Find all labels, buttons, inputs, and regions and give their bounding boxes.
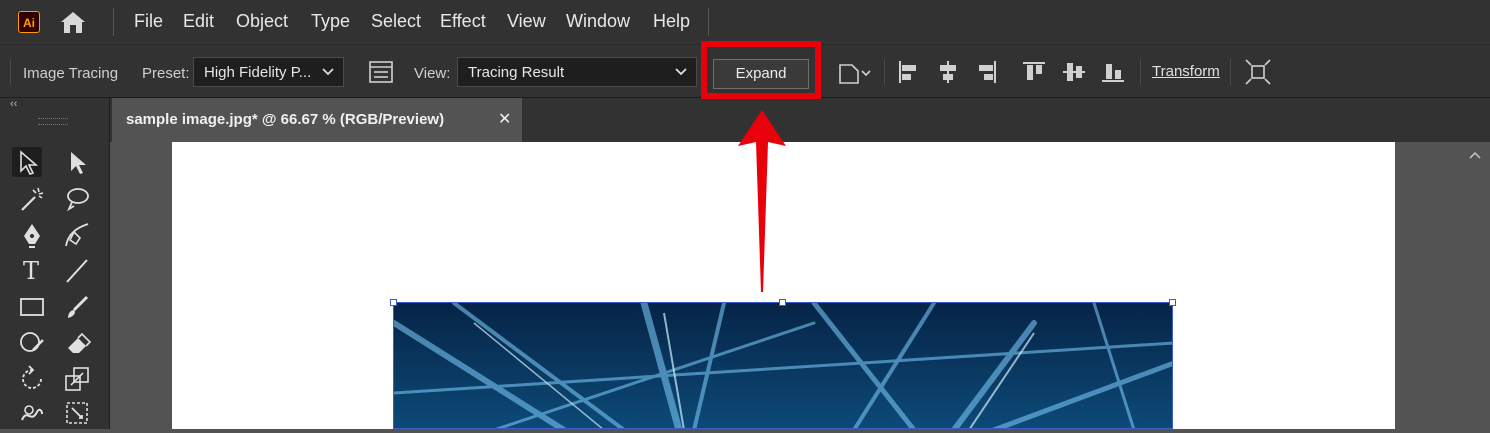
tools-panel: ‹‹ T: [0, 98, 110, 429]
free-transform-tool-icon[interactable]: [62, 398, 92, 428]
collapse-panel-icon[interactable]: ‹‹: [10, 98, 17, 110]
menu-divider: [708, 8, 709, 36]
menu-effect[interactable]: Effect: [440, 11, 486, 32]
grip-handle[interactable]: [10, 59, 11, 85]
menu-select[interactable]: Select: [371, 11, 421, 32]
menu-bar: Ai File Edit Object Type Select Effect V…: [0, 0, 1490, 44]
shape-options-icon[interactable]: [836, 59, 876, 87]
view-value: Tracing Result: [468, 64, 565, 81]
document-tab-title: sample image.jpg* @ 66.67 % (RGB/Preview…: [126, 111, 445, 128]
app-logo: Ai: [18, 11, 40, 33]
menu-type[interactable]: Type: [311, 11, 350, 32]
traced-image[interactable]: [393, 302, 1173, 429]
chevron-down-icon: [675, 68, 687, 76]
control-divider: [1140, 59, 1141, 85]
selection-tool-icon[interactable]: [12, 147, 42, 177]
home-icon[interactable]: [58, 9, 88, 35]
scroll-up-icon[interactable]: [1468, 150, 1482, 160]
shaper-tool-icon[interactable]: [17, 328, 47, 358]
close-tab-icon[interactable]: ✕: [498, 109, 511, 129]
align-left-icon[interactable]: [895, 58, 921, 86]
rotate-tool-icon[interactable]: [17, 364, 47, 394]
type-tool-glyph: T: [23, 257, 40, 285]
preset-value: High Fidelity P...: [204, 64, 312, 81]
expand-highlight-box: [701, 41, 821, 99]
menu-file[interactable]: File: [134, 11, 163, 32]
align-horizontal-center-icon[interactable]: [935, 58, 961, 86]
selection-handle[interactable]: [1169, 299, 1176, 306]
vertical-scrollbar[interactable]: [1460, 142, 1490, 429]
magic-wand-tool-icon[interactable]: [17, 184, 47, 214]
menu-edit[interactable]: Edit: [183, 11, 214, 32]
view-label: View:: [414, 65, 451, 82]
align-right-icon[interactable]: [974, 58, 1000, 86]
tracing-panel-icon[interactable]: [367, 58, 395, 86]
eraser-tool-icon[interactable]: [62, 328, 92, 358]
rectangle-tool-icon[interactable]: [17, 292, 47, 322]
type-tool-icon[interactable]: T: [17, 256, 47, 286]
menu-window[interactable]: Window: [566, 11, 630, 32]
control-divider: [884, 59, 885, 85]
lasso-tool-icon[interactable]: [62, 184, 92, 214]
red-arrow-icon: [738, 110, 786, 292]
light-beams-image: [394, 303, 1172, 428]
menu-view[interactable]: View: [507, 11, 546, 32]
document-tab[interactable]: sample image.jpg* @ 66.67 % (RGB/Preview…: [112, 98, 522, 142]
scale-tool-icon[interactable]: [62, 364, 92, 394]
chevron-down-icon: [322, 68, 334, 76]
menu-help[interactable]: Help: [653, 11, 690, 32]
control-divider: [1230, 59, 1231, 85]
align-top-icon[interactable]: [1020, 58, 1048, 86]
direct-selection-tool-icon[interactable]: [62, 147, 92, 177]
preset-dropdown[interactable]: High Fidelity P...: [193, 57, 344, 87]
isolate-selection-icon[interactable]: [1244, 58, 1272, 86]
align-bottom-icon[interactable]: [1099, 58, 1127, 86]
selection-handle[interactable]: [390, 299, 397, 306]
preset-label: Preset:: [142, 65, 190, 82]
curvature-tool-icon[interactable]: [62, 220, 92, 250]
warp-tool-icon[interactable]: [17, 398, 47, 428]
view-dropdown[interactable]: Tracing Result: [457, 57, 697, 87]
paintbrush-tool-icon[interactable]: [62, 292, 92, 322]
menu-divider: [113, 8, 114, 36]
panel-grip[interactable]: [38, 118, 68, 125]
selection-handle[interactable]: [779, 299, 786, 306]
pen-tool-icon[interactable]: [17, 220, 47, 250]
line-segment-tool-icon[interactable]: [62, 256, 92, 286]
align-vertical-center-icon[interactable]: [1060, 58, 1088, 86]
image-tracing-label[interactable]: Image Tracing: [23, 65, 118, 82]
transform-link[interactable]: Transform: [1152, 63, 1220, 80]
menu-object[interactable]: Object: [236, 11, 288, 32]
